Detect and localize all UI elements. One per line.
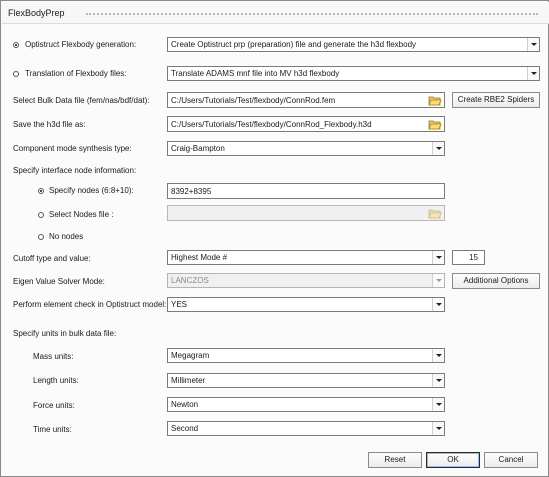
- mass-units-select[interactable]: Megagram: [167, 348, 445, 363]
- eigen-solver-label: Eigen Value Solver Mode:: [13, 277, 105, 286]
- length-units-value: Millimeter: [171, 376, 206, 385]
- window-title: FlexBodyPrep: [8, 8, 65, 18]
- bulk-file-input[interactable]: C:/Users/Tutorials/Test/flexbody/ConnRod…: [167, 92, 445, 108]
- cutoff-label: Cutoff type and value:: [13, 254, 91, 263]
- specify-nodes-value: 8392+8395: [171, 187, 212, 196]
- select-nodes-file-input[interactable]: [167, 205, 445, 221]
- force-units-select[interactable]: Newton: [167, 397, 445, 412]
- specify-nodes-input[interactable]: 8392+8395: [167, 183, 445, 199]
- chevron-down-icon[interactable]: [432, 274, 444, 287]
- folder-open-icon[interactable]: [428, 119, 442, 130]
- interface-heading: Specify interface node information:: [13, 166, 137, 175]
- cutoff-type-value: Highest Mode #: [171, 253, 228, 262]
- cutoff-type-select[interactable]: Highest Mode #: [167, 250, 445, 265]
- eigen-solver-value: LANCZOS: [171, 276, 209, 285]
- eigen-solver-select[interactable]: LANCZOS: [167, 273, 445, 288]
- time-units-select[interactable]: Second: [167, 421, 445, 436]
- reset-button[interactable]: Reset: [368, 452, 422, 468]
- force-units-value: Newton: [171, 400, 199, 409]
- chevron-down-icon[interactable]: [432, 251, 444, 264]
- chevron-down-icon[interactable]: [432, 398, 444, 411]
- cancel-button[interactable]: Cancel: [484, 452, 538, 468]
- force-units-label: Force units:: [33, 401, 75, 410]
- element-check-label: Perform element check in Optistruct mode…: [13, 300, 167, 309]
- flexbodyprep-dialog: FlexBodyPrep Optistruct Flexbody generat…: [0, 0, 549, 477]
- cutoff-value-input[interactable]: 15: [452, 250, 485, 265]
- h3d-file-input[interactable]: C:/Users/Tutorials/Test/flexbody/ConnRod…: [167, 116, 445, 132]
- cutoff-number-value: 15: [469, 253, 478, 262]
- h3d-file-label: Save the h3d file as:: [13, 120, 86, 129]
- optistruct-mode-select[interactable]: Create Optistruct prp (preparation) file…: [167, 37, 540, 52]
- chevron-down-icon[interactable]: [432, 374, 444, 387]
- bulk-file-value: C:/Users/Tutorials/Test/flexbody/ConnRod…: [171, 96, 336, 105]
- create-rbe2-spiders-button[interactable]: Create RBE2 Spiders: [452, 92, 540, 108]
- synthesis-label: Component mode synthesis type:: [13, 144, 132, 153]
- optistruct-mode-label: Optistruct Flexbody generation:: [25, 40, 137, 49]
- synthesis-select[interactable]: Craig-Bampton: [167, 141, 445, 156]
- length-units-label: Length units:: [33, 376, 79, 385]
- folder-open-icon[interactable]: [428, 208, 442, 219]
- chevron-down-icon[interactable]: [432, 349, 444, 362]
- translation-mode-select[interactable]: Translate ADAMS mnf file into MV h3d fle…: [167, 66, 540, 81]
- translation-mode-label: Translation of Flexbody files:: [25, 69, 127, 78]
- select-nodes-file-radio[interactable]: [38, 212, 44, 218]
- translation-mode-radio[interactable]: [13, 71, 19, 77]
- h3d-file-value: C:/Users/Tutorials/Test/flexbody/ConnRod…: [171, 120, 372, 129]
- optistruct-mode-radio[interactable]: [13, 42, 19, 48]
- chevron-down-icon[interactable]: [432, 142, 444, 155]
- drag-grip-icon[interactable]: [86, 13, 538, 15]
- time-units-label: Time units:: [33, 425, 72, 434]
- bulk-file-label: Select Bulk Data file (fem/nas/bdf/dat):: [13, 96, 150, 105]
- chevron-down-icon[interactable]: [527, 38, 539, 51]
- additional-options-button[interactable]: Additional Options: [452, 273, 540, 289]
- chevron-down-icon[interactable]: [432, 422, 444, 435]
- units-heading: Specify units in bulk data file:: [13, 329, 117, 338]
- mass-units-value: Megagram: [171, 351, 210, 360]
- no-nodes-radio[interactable]: [38, 234, 44, 240]
- chevron-down-icon[interactable]: [527, 67, 539, 80]
- element-check-value: YES: [171, 300, 188, 309]
- translation-mode-value: Translate ADAMS mnf file into MV h3d fle…: [171, 69, 340, 78]
- specify-nodes-radio[interactable]: [38, 188, 44, 194]
- chevron-down-icon[interactable]: [432, 298, 444, 311]
- length-units-select[interactable]: Millimeter: [167, 373, 445, 388]
- element-check-select[interactable]: YES: [167, 297, 445, 312]
- specify-nodes-label: Specify nodes (6:8+10):: [49, 186, 134, 195]
- title-bar[interactable]: FlexBodyPrep: [2, 2, 549, 24]
- no-nodes-label: No nodes: [49, 232, 84, 241]
- optistruct-mode-value: Create Optistruct prp (preparation) file…: [171, 40, 417, 49]
- folder-open-icon[interactable]: [428, 95, 442, 106]
- mass-units-label: Mass units:: [33, 352, 74, 361]
- time-units-value: Second: [171, 424, 199, 433]
- synthesis-value: Craig-Bampton: [171, 144, 225, 153]
- ok-button[interactable]: OK: [426, 452, 480, 468]
- select-nodes-file-label: Select Nodes file :: [49, 210, 114, 219]
